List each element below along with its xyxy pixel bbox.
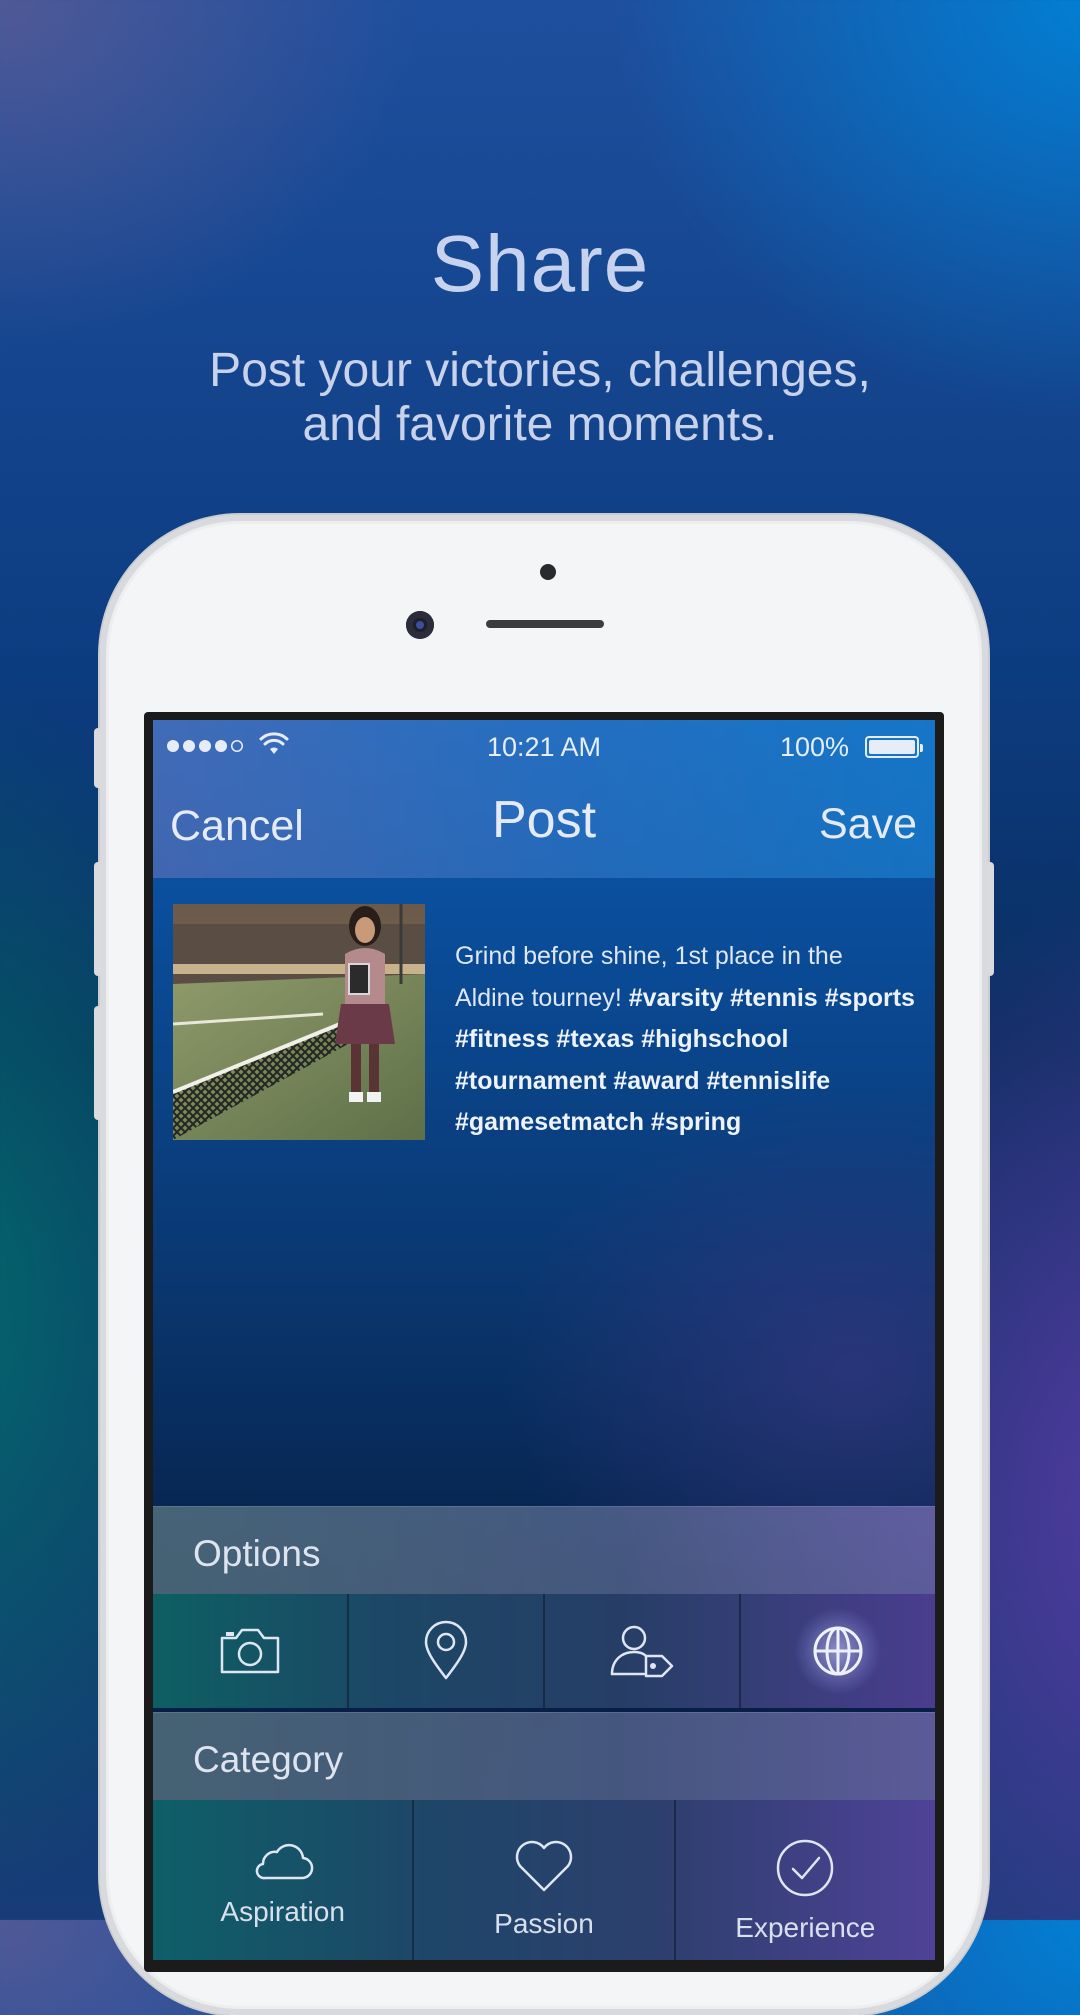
status-bar: 10:21 AM 100% [153,720,935,772]
add-location-button[interactable] [349,1594,545,1708]
options-header: Options [153,1506,935,1595]
heart-icon [515,1840,573,1892]
options-toolbar [153,1594,935,1708]
checkmark-circle-icon [777,1839,834,1897]
promo-subtitle-line2: and favorite moments. [302,398,778,451]
battery-percentage: 100% [779,732,849,762]
category-experience-label: Experience [735,1912,876,1943]
volume-up-button [94,862,102,976]
camera-icon [220,1628,280,1674]
globe-icon [813,1626,863,1676]
category-aspiration-label: Aspiration [220,1896,345,1927]
visibility-public-button[interactable] [741,1594,935,1708]
cloud-icon [255,1843,313,1880]
proximity-sensor [540,564,556,580]
post-caption[interactable]: Grind before shine, 1st place in the Ald… [455,936,915,1144]
promo-subtitle: Post your victories, challenges, and fav… [0,344,1080,452]
mute-switch [94,728,102,788]
promo-title: Share [430,219,650,308]
page-title: Post [491,791,597,849]
options-header-label: Options [193,1533,321,1574]
post-photo[interactable] [173,904,425,1140]
volume-down-button [94,1006,102,1120]
save-button[interactable]: Save [819,800,917,849]
power-button [986,862,994,976]
battery-icon [865,736,923,758]
app-screen: 10:21 AM 100% Cancel Post Save Grind bef… [153,720,935,1960]
earpiece-speaker [486,620,604,628]
promo-subtitle-line1: Post your victories, challenges, [209,344,871,397]
category-header-label: Category [193,1739,344,1780]
tennis-photo-image [173,904,425,1140]
category-picker: Aspiration Passion Experience [153,1800,935,1960]
location-pin-icon [424,1620,468,1680]
category-passion-label: Passion [494,1908,594,1939]
category-experience-button[interactable]: Experience [676,1800,935,1960]
category-header: Category [153,1712,935,1801]
tag-people-button[interactable] [545,1594,741,1708]
category-aspiration-button[interactable]: Aspiration [153,1800,415,1960]
navigation-bar: 10:21 AM 100% Cancel Post Save [153,720,935,878]
tag-person-icon [610,1625,674,1678]
category-passion-button[interactable]: Passion [414,1800,676,1960]
add-photo-button[interactable] [153,1594,349,1708]
front-camera [406,611,434,639]
